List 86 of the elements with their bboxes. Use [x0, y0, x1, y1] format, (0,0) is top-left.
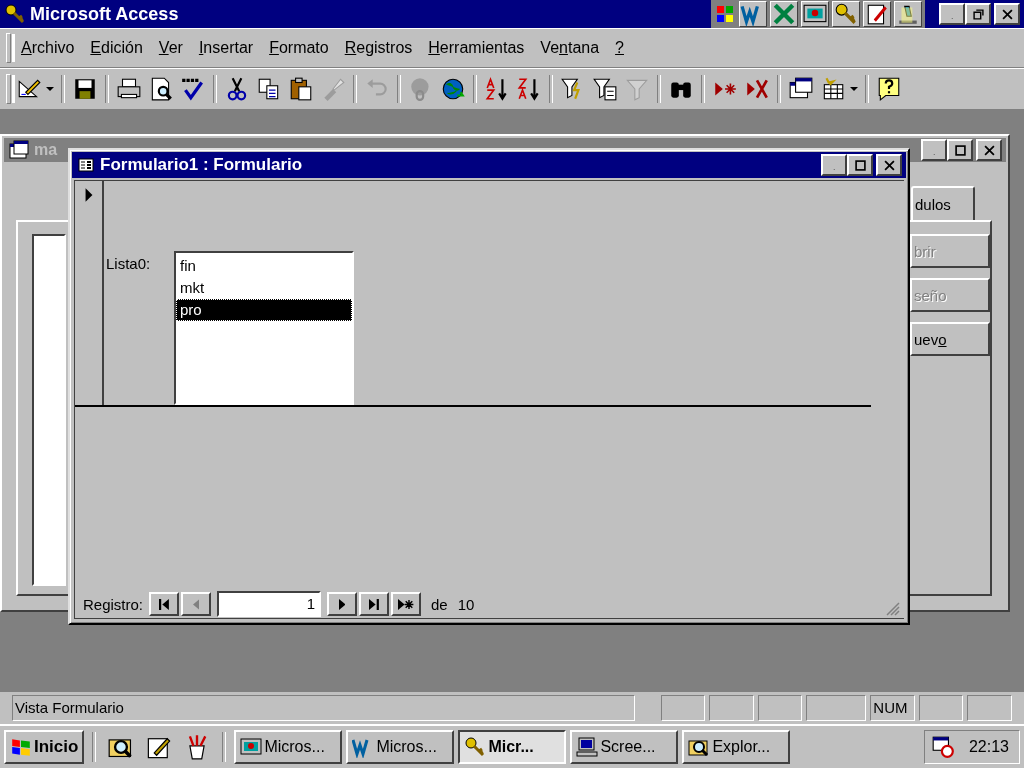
menu-item[interactable]: Herramientas [420, 37, 533, 59]
maximize-icon [954, 144, 966, 156]
navigation-button[interactable] [149, 592, 180, 616]
calendar-clock-icon[interactable] [930, 735, 955, 759]
caret-icon [850, 87, 858, 91]
window-title: Microsoft Access [30, 3, 179, 25]
status-pane [967, 695, 1012, 721]
close-icon [1001, 8, 1013, 20]
maximize-icon [854, 159, 866, 171]
computer-icon [576, 736, 599, 758]
menu-item[interactable]: Ver [150, 37, 191, 59]
caret-icon [46, 87, 54, 91]
list-box[interactable]: fin mkt pro [174, 251, 354, 405]
database-icon [8, 139, 30, 161]
close-icon [883, 159, 895, 171]
menu-item[interactable]: Registros [336, 37, 421, 59]
close-icon [983, 144, 995, 156]
start-button[interactable]: Inicio [4, 730, 85, 764]
filter-form-icon [592, 76, 618, 102]
navigation-button[interactable] [391, 592, 422, 616]
key-icon [464, 736, 487, 758]
field-label: Lista0: [106, 254, 152, 272]
menu-item[interactable]: Ventana [532, 37, 608, 59]
restore-icon [972, 8, 984, 20]
menu-item[interactable]: Formato [261, 37, 337, 59]
clock: 22:13 [968, 738, 1009, 756]
last-record-icon [369, 598, 379, 610]
globe-icon [440, 76, 466, 102]
list-item[interactable]: pro [176, 299, 352, 321]
taskbar-button[interactable]: Micros... [346, 730, 455, 764]
w-letter-icon[interactable] [739, 1, 767, 27]
windows-logo-icon[interactable] [714, 3, 736, 25]
clipboard-icon [288, 76, 314, 102]
notepad-pencil-icon[interactable] [863, 1, 891, 27]
menu-item[interactable]: Edición [82, 37, 151, 59]
maximize-button[interactable] [847, 154, 873, 176]
resize-grip-icon[interactable] [886, 602, 900, 616]
key-icon [4, 3, 26, 25]
close-button[interactable] [876, 154, 902, 176]
navigation-button[interactable] [327, 592, 358, 616]
minimize-button[interactable] [821, 154, 847, 176]
status-pane [709, 695, 754, 721]
record-number-field[interactable]: 1 [217, 591, 322, 617]
slide-icon[interactable] [801, 1, 829, 27]
navigation-button[interactable] [359, 592, 390, 616]
status-pane [660, 695, 706, 721]
taskbar-button[interactable]: Micros... [234, 730, 343, 764]
action-button[interactable]: uevo [910, 322, 990, 356]
slide-icon [240, 736, 263, 758]
taskbar-button[interactable]: Explor... [682, 730, 791, 764]
current-record-icon [83, 187, 94, 203]
menu-item[interactable]: Insertar [190, 37, 262, 59]
new-record-icon [398, 598, 414, 610]
menu-item[interactable]: ? [607, 37, 632, 59]
status-pane [757, 695, 803, 721]
list-item[interactable]: fin [176, 255, 352, 277]
status-pane [806, 695, 867, 721]
navigation-label: Registro: [83, 595, 144, 613]
window-title: ma [34, 141, 58, 159]
object-list[interactable] [32, 234, 66, 586]
previous-record-icon [192, 598, 200, 610]
close-button[interactable] [994, 3, 1020, 25]
spell-check-icon [180, 76, 206, 102]
window-title: Formulario1 : Formulario [100, 155, 303, 175]
form-icon [78, 157, 94, 173]
of-label: de [431, 595, 448, 613]
record-count: 10 [457, 595, 475, 613]
minimize-button[interactable] [939, 3, 965, 25]
windows-logo-icon [10, 736, 32, 758]
status-indicator: NUM [870, 695, 915, 721]
x-letter-icon[interactable] [770, 1, 798, 27]
close-button[interactable] [976, 139, 1002, 161]
status-pane [918, 695, 964, 721]
list-item[interactable]: mkt [176, 277, 352, 299]
maximize-button[interactable] [947, 139, 973, 161]
first-record-icon [159, 598, 169, 610]
taskbar-button[interactable]: Micr... [458, 730, 567, 764]
restore-button[interactable] [965, 3, 991, 25]
taskbar-button[interactable]: Scree... [570, 730, 679, 764]
minimize-button[interactable] [921, 139, 947, 161]
key-icon[interactable] [832, 1, 860, 27]
menu-item[interactable]: Archivo [13, 37, 83, 59]
status-text: Vista Formulario [12, 695, 635, 721]
tab[interactable]: dulos [911, 186, 975, 220]
help-icon [876, 76, 902, 102]
next-record-icon [338, 598, 346, 610]
